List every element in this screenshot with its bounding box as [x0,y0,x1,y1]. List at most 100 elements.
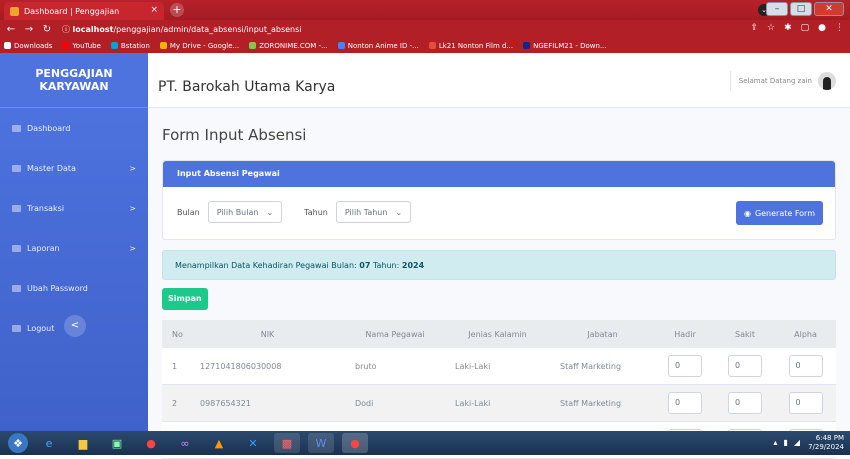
bookmark-item[interactable]: NGEFILM21 - Down... [523,42,607,50]
vlc-icon[interactable]: ▲ [206,433,232,453]
extensions-icon[interactable]: ✱ [784,23,792,33]
reload-icon[interactable]: ↻ [40,24,54,35]
app-icon[interactable]: ▣ [104,433,130,453]
topbar: PT. Barokah Utama Karya Selamat Datang z… [148,53,850,108]
cell-sakit: 0 [715,355,775,377]
alpha-input[interactable]: 0 [788,392,823,414]
bookmark-icon [249,42,257,49]
sidebar-item-label: Logout [27,323,55,333]
tab-close-icon[interactable]: × [150,5,158,15]
column-header: Jabatan [587,329,618,339]
bookmark-item[interactable]: YouTube [62,42,101,50]
browser-tab[interactable]: Dashboard | Penggajian × [4,2,164,20]
tab-bar: Dashboard | Penggajian × + ⌄ – □ ✕ [0,0,850,20]
url-field[interactable]: ⓘ localhost/penggajian/admin/data_absens… [62,24,302,35]
tahun-label: Tahun [304,207,328,217]
page-title: Form Input Absensi [162,126,307,144]
close-window-button[interactable]: ✕ [814,2,844,16]
chevron-right-icon: > [129,203,136,213]
column-header: NIK [260,329,275,339]
hadir-input[interactable]: 0 [668,355,702,377]
save-button[interactable]: Simpan [162,288,208,310]
chrome-icon[interactable]: ● [138,433,164,453]
sidebar-item-label: Transaksi [27,203,65,213]
bookmark-item[interactable]: Bstation [110,42,150,50]
hadir-input[interactable]: 0 [668,392,702,414]
bookmark-icon [4,42,11,49]
sidebar-toggle-button[interactable]: < [64,315,86,337]
generate-form-button[interactable]: ◉ Generate Form [735,201,823,225]
sidebar-item-ubah-password[interactable]: Ubah Password [0,268,148,308]
sakit-input[interactable]: 0 [728,392,762,414]
start-icon[interactable]: ❖ [8,433,28,453]
bulan-select[interactable]: Pilih Bulan ⌄ [207,201,283,223]
bookmark-item[interactable]: ZORONIME.COM -... [249,42,328,50]
sidebar-item-label: Ubah Password [27,283,88,293]
link-icon[interactable]: ∞ [172,433,198,453]
maximize-button[interactable]: □ [790,2,812,16]
star-icon[interactable]: ☆ [767,23,775,33]
tahun-select[interactable]: Pilih Tahun ⌄ [335,201,412,223]
bookmark-icon [62,42,70,49]
bookmark-icon [428,42,436,49]
database-icon [12,164,21,172]
file-icon [12,244,21,252]
chevron-right-icon: > [129,243,136,253]
sidebar: PENGGAJIAN KARYAWAN Dashboard Master Data >… [0,53,148,431]
bookmark-item[interactable]: Lk21 Nonton Film d... [428,42,513,50]
ie-icon[interactable]: e [36,433,62,453]
sidepanel-icon[interactable]: ▢ [801,23,810,33]
browser-window: Dashboard | Penggajian × + ⌄ – □ ✕ ← → ↻… [0,0,850,459]
sidebar-item-laporan[interactable]: Laporan > [0,228,148,268]
share-icon[interactable]: ⇪ [750,23,758,33]
back-icon[interactable]: ← [4,24,18,35]
forward-icon[interactable]: → [22,24,36,35]
bookmark-item[interactable]: Nonton Anime ID -... [337,42,419,50]
cell-jk: Laki-Laki [455,361,491,371]
logout-icon [12,324,21,332]
sidebar-item-master-data[interactable]: Master Data > [0,148,148,188]
volume-icon[interactable]: ◢ [794,438,800,447]
dashboard-icon [12,124,21,132]
folder-icon[interactable]: ▆ [70,433,96,453]
cell-nama: bruto [355,361,377,371]
new-tab-button[interactable]: + [170,3,184,17]
cell-jabatan: Staff Marketing [560,398,622,408]
sakit-input[interactable]: 0 [728,355,762,377]
company-name: PT. Barokah Utama Karya [158,79,336,95]
alpha-input[interactable]: 0 [788,355,823,377]
main-content: Form Input Absensi Input Absensi Pegawai… [148,108,850,459]
chrome-active-icon[interactable]: ● [342,433,368,453]
bookmark-item[interactable]: My Drive - Google... [159,42,239,50]
sidebar-brand[interactable]: PENGGAJIAN KARYAWAN [0,53,148,108]
profile-icon[interactable]: ● [818,23,826,33]
network-icon[interactable]: ▮ [783,438,787,447]
table-row: 1 1271041806030008 bruto Laki-Laki Staff Mar… [162,348,836,385]
eye-icon: ◉ [743,208,751,218]
cell-hadir: 0 [655,392,715,414]
greeting-text: Selamat Datang zain [738,77,812,85]
bookmark-icon [110,42,118,49]
word-icon[interactable]: W [308,433,334,453]
clock[interactable]: 6:48 PM 7/29/2024 [808,434,844,452]
cell-jk: Laki-Laki [455,398,491,408]
lock-icon [12,284,21,292]
cell-alpha: 0 [775,355,836,377]
filter-form: Bulan Pilih Bulan ⌄ Tahun Pilih Tahun ⌄ [177,201,412,223]
user-menu[interactable]: Selamat Datang zain [729,71,836,91]
cell-sakit: 0 [715,392,775,414]
minimize-button[interactable]: – [766,2,788,16]
filter-card: Input Absensi Pegawai Bulan Pilih Bulan ⌄… [162,160,836,240]
bookmark-item[interactable]: Downloads [4,42,52,50]
sidebar-item-dashboard[interactable]: Dashboard [0,108,148,148]
menu-icon[interactable]: ⋮ [835,23,844,33]
sidebar-item-transaksi[interactable]: Transaksi > [0,188,148,228]
sidebar-item-label: Master Data [27,163,76,173]
chevron-right-icon: > [129,163,136,173]
tray-arrow-icon[interactable]: ▴ [773,438,777,447]
address-bar-actions: ⇪ ☆ ✱ ▢ ● ⋮ [750,23,844,33]
chevron-down-icon: ⌄ [266,207,274,217]
xampp-icon[interactable]: ▩ [274,433,300,453]
vscode-icon[interactable]: ✕ [240,433,266,453]
avatar[interactable] [818,72,836,90]
